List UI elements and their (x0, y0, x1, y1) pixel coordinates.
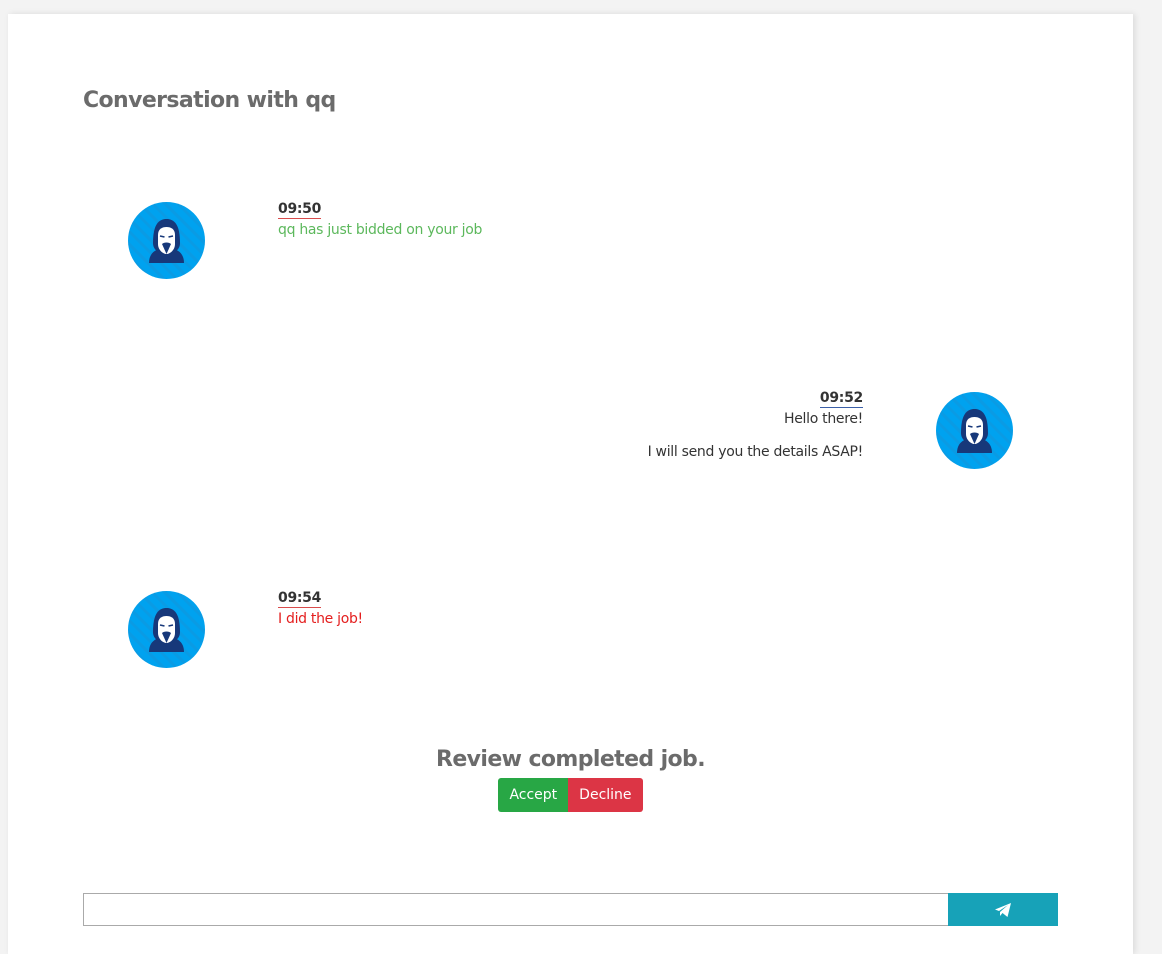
review-buttons: Accept Decline (8, 778, 1133, 812)
message-time: 09:54 (278, 590, 322, 608)
page-title: Conversation with qq (83, 88, 336, 113)
message-text: Hello there! (784, 411, 863, 427)
message-time: 09:52 (819, 390, 863, 408)
paper-plane-icon (995, 902, 1011, 917)
message-input[interactable] (83, 893, 950, 926)
message-time: 09:50 (278, 201, 322, 219)
anonymous-mask-icon (149, 219, 184, 263)
anonymous-mask-icon (149, 608, 184, 652)
message-text: I will send you the details ASAP! (647, 444, 864, 460)
message-text: qq has just bidded on your job (278, 222, 483, 238)
review-heading: Review completed job. (436, 747, 706, 772)
review-section: Review completed job. Accept Decline (8, 747, 1133, 812)
conversation-card: Conversation with qq 09:50 qq has just b… (8, 14, 1133, 954)
send-button[interactable] (948, 893, 1058, 926)
message-composer (83, 893, 1058, 926)
anonymous-mask-icon (957, 409, 992, 453)
message-item: 09:50 qq has just bidded on your job (278, 201, 482, 238)
avatar (128, 591, 205, 668)
message-item: 09:54 I did the job! (278, 590, 363, 627)
message-item: 09:52 Hello there! I will send you the d… (548, 390, 864, 460)
accept-button[interactable]: Accept (498, 778, 569, 812)
avatar (936, 392, 1013, 469)
message-text: I did the job! (278, 611, 363, 627)
avatar (128, 202, 205, 279)
decline-button[interactable]: Decline (568, 778, 643, 812)
